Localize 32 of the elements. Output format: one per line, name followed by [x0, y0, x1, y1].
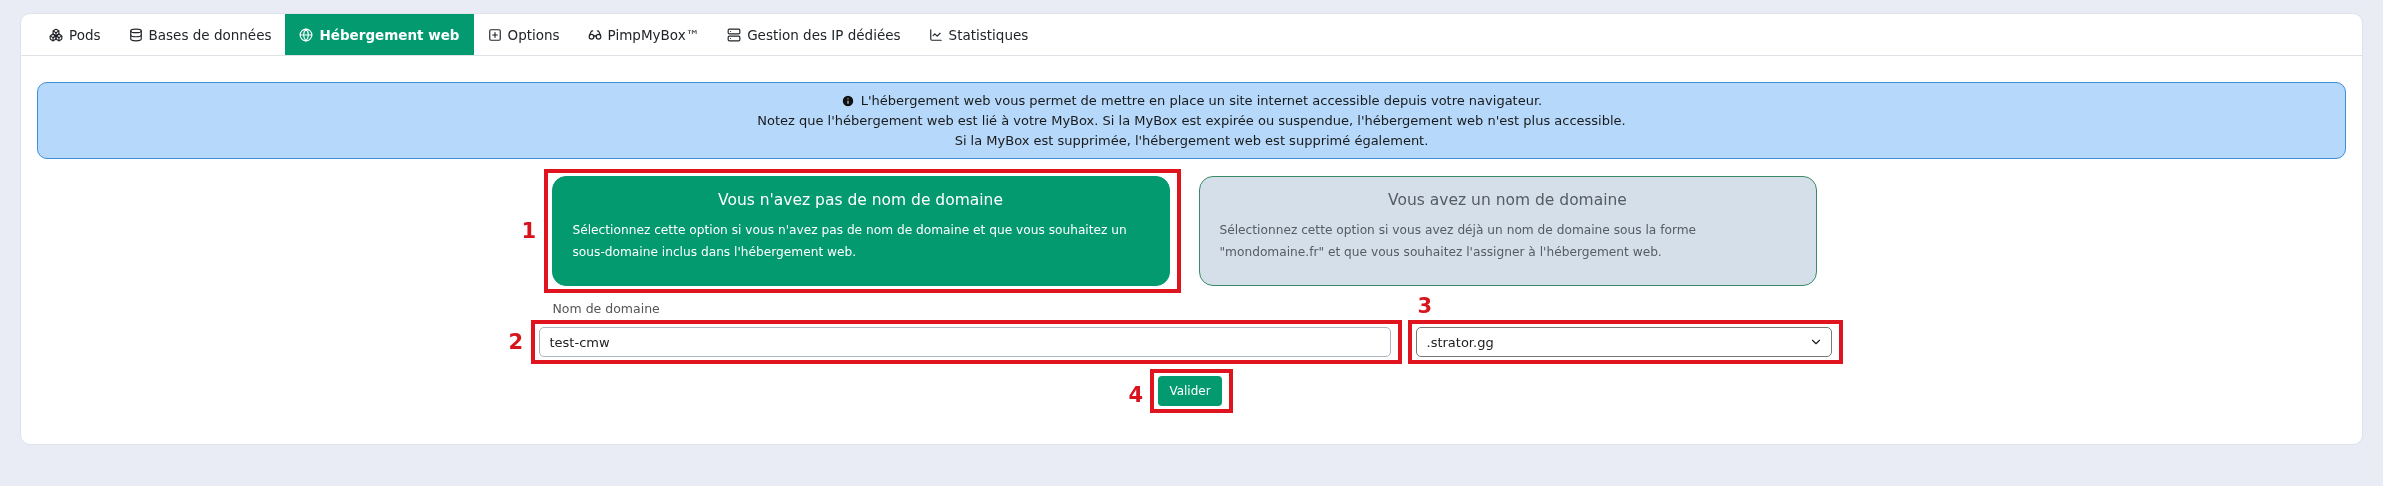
tab[interactable]: Gestion des IP dédiées: [713, 14, 915, 55]
info-text: L'hébergement web vous permet de mettre en place un site internet accessible depuis votre navigateur.: [860, 93, 1543, 108]
database-icon: [128, 27, 143, 42]
glasses-icon: [587, 27, 602, 42]
info-icon: [840, 93, 855, 108]
server-icon: [727, 27, 742, 42]
annotation-number: 4: [1128, 383, 1143, 407]
option-title: Vous avez un nom de domaine: [1387, 191, 1628, 209]
option-title: Vous n'avez pas de nom de domaine: [717, 191, 1004, 209]
annotation-number: 1: [521, 219, 537, 244]
domain-option-card[interactable]: Vous n'avez pas de nom de domaine Sélectionnez cette option si vous n'avez pas de nom de domaine et que vous souhaitez un sous-domaine inclus dans l'hébergement web.: [551, 176, 1170, 286]
info-text: Notez que l'hébergement web est lié à votre MyBox. Si la MyBox est expirée ou suspendue, l'hébergement web n'est plus accessible.: [757, 113, 1626, 128]
plus-square-icon: [487, 27, 502, 42]
info-text: Si la MyBox est supprimée, l'hébergement web est supprimé également.: [954, 133, 1429, 148]
tab[interactable]: Options: [473, 14, 574, 55]
boxes-icon: [49, 27, 63, 42]
annotation-number: 3: [1417, 294, 1433, 318]
tab[interactable]: Hébergement web: [285, 14, 474, 55]
tab[interactable]: PimpMyBox™: [573, 14, 714, 55]
domain-suffix-select[interactable]: .strator.gg: [1415, 327, 1832, 357]
annotation-number: 2: [508, 330, 524, 354]
submit-button[interactable]: Valider: [1158, 376, 1222, 406]
tab[interactable]: Statistiques: [914, 14, 1043, 55]
domain-option-card[interactable]: Vous avez un nom de domaine Sélectionnez cette option si vous avez déjà un nom de domaine sous la forme "mondomaine.fr" et que vous souhaitez l'assigner à l'hébergement web.: [1198, 176, 1817, 286]
globe-icon: [299, 27, 314, 42]
tab[interactable]: Pods: [35, 14, 115, 55]
option-description: Sélectionnez cette option si vous avez déjà un nom de domaine sous la forme "mondomaine.fr" et que vous souhaitez l'assigner à l'hébergement web.: [1219, 222, 1698, 261]
line-chart-icon: [928, 27, 943, 42]
tab[interactable]: Bases de données: [114, 14, 286, 55]
option-description: Sélectionnez cette option si vous n'avez pas de nom de domaine et que vous souhaitez un sous-domaine inclus dans l'hébergement web.: [572, 222, 1128, 261]
field-label: Nom de domaine: [552, 301, 660, 316]
domain-input-field[interactable]: test-cmw: [538, 327, 1391, 357]
